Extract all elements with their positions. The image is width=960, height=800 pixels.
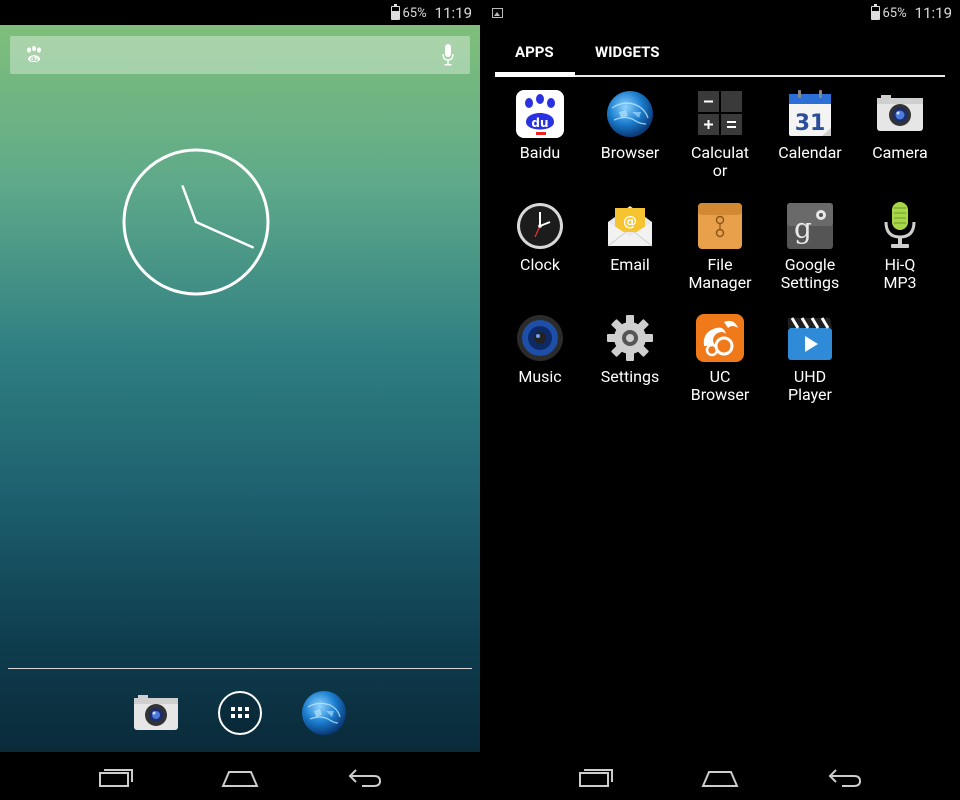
status-time: 11:19 xyxy=(434,4,472,22)
status-bar: 65% 11:19 xyxy=(0,0,480,25)
dock-divider xyxy=(8,668,472,669)
mic-icon[interactable] xyxy=(442,44,454,66)
app-label: Music xyxy=(518,367,562,386)
camera-icon[interactable] xyxy=(132,689,180,737)
app-label: Baidu xyxy=(519,143,561,162)
tab-apps[interactable]: APPS xyxy=(515,43,554,61)
app-label: File Manager xyxy=(688,255,752,292)
svg-text:du: du xyxy=(531,116,548,130)
app-uhd-player[interactable]: UHD Player xyxy=(765,312,855,404)
app-uc-browser[interactable]: UC Browser xyxy=(675,312,765,404)
app-hiq-mp3[interactable]: Hi-Q MP3 xyxy=(855,200,945,292)
app-camera[interactable]: Camera xyxy=(855,88,945,162)
gear-icon xyxy=(607,315,653,361)
folder-icon xyxy=(698,203,742,249)
clapperboard-icon xyxy=(788,317,832,360)
app-label: Clock xyxy=(520,255,560,274)
home-icon[interactable] xyxy=(221,766,259,788)
baidu-paw-icon: du xyxy=(27,45,41,63)
svg-text:31: 31 xyxy=(795,111,826,136)
uc-squirrel-icon xyxy=(696,314,744,362)
baidu-icon: du xyxy=(516,90,564,138)
app-music[interactable]: Music xyxy=(495,312,585,386)
search-bar[interactable]: du xyxy=(10,36,470,74)
app-drawer-screen: 65% 11:19 APPS WIDGETS du Baidu Browser … xyxy=(480,0,960,800)
app-calculator[interactable]: Calculat or xyxy=(675,88,765,180)
home-screen: 65% 11:19 du xyxy=(0,0,480,800)
app-label: Google Settings xyxy=(780,255,840,292)
app-grid-icon[interactable] xyxy=(216,689,264,737)
svg-text:du: du xyxy=(30,56,38,63)
battery-percent: 65% xyxy=(882,5,907,21)
clock-icon xyxy=(517,203,563,249)
battery-icon xyxy=(390,4,400,20)
nav-bar xyxy=(480,752,960,800)
tab-widgets[interactable]: WIDGETS xyxy=(595,43,659,61)
app-label: Browser xyxy=(600,143,660,162)
app-label: Settings xyxy=(600,367,660,386)
speaker-icon xyxy=(517,315,563,361)
battery-icon xyxy=(870,4,880,20)
home-icon[interactable] xyxy=(701,766,739,788)
app-label: UC Browser xyxy=(690,367,750,404)
app-baidu[interactable]: du Baidu xyxy=(495,88,585,162)
app-label: Calculat or xyxy=(690,143,750,180)
tab-indicator xyxy=(495,72,575,77)
camera-icon xyxy=(877,95,923,131)
calendar-icon: 31 xyxy=(789,90,831,136)
app-label: Hi-Q MP3 xyxy=(883,255,917,292)
app-google-settings[interactable]: g Google Settings xyxy=(765,200,855,292)
globe-icon xyxy=(607,91,653,137)
microphone-icon xyxy=(884,202,916,248)
battery-percent: 65% xyxy=(402,5,427,21)
wallpaper: du xyxy=(0,25,480,752)
recent-apps-icon[interactable] xyxy=(98,766,136,788)
app-clock[interactable]: Clock xyxy=(495,200,585,274)
app-email[interactable]: @ Email xyxy=(585,200,675,274)
google-settings-icon: g xyxy=(787,203,833,249)
calculator-icon xyxy=(698,91,742,135)
app-calendar[interactable]: 31 Calendar xyxy=(765,88,855,162)
app-settings[interactable]: Settings xyxy=(585,312,675,386)
status-bar: 65% 11:19 xyxy=(480,0,960,25)
recent-apps-icon[interactable] xyxy=(578,766,616,788)
drawer-tabs: APPS WIDGETS xyxy=(495,25,945,77)
email-icon: @ xyxy=(607,206,653,247)
app-label: Camera xyxy=(872,143,928,162)
analog-clock-widget[interactable] xyxy=(121,147,271,297)
back-icon[interactable] xyxy=(826,766,864,788)
app-browser[interactable]: Browser xyxy=(585,88,675,162)
app-label: Email xyxy=(610,255,650,274)
nav-bar xyxy=(0,752,480,800)
globe-icon[interactable] xyxy=(300,689,348,737)
back-icon[interactable] xyxy=(346,766,384,788)
app-label: UHD Player xyxy=(788,367,832,404)
app-file-manager[interactable]: File Manager xyxy=(675,200,765,292)
app-label: Calendar xyxy=(778,143,842,162)
image-notification-icon xyxy=(492,8,503,18)
svg-text:g: g xyxy=(794,212,812,245)
svg-text:@: @ xyxy=(623,214,637,230)
status-time: 11:19 xyxy=(914,4,952,22)
